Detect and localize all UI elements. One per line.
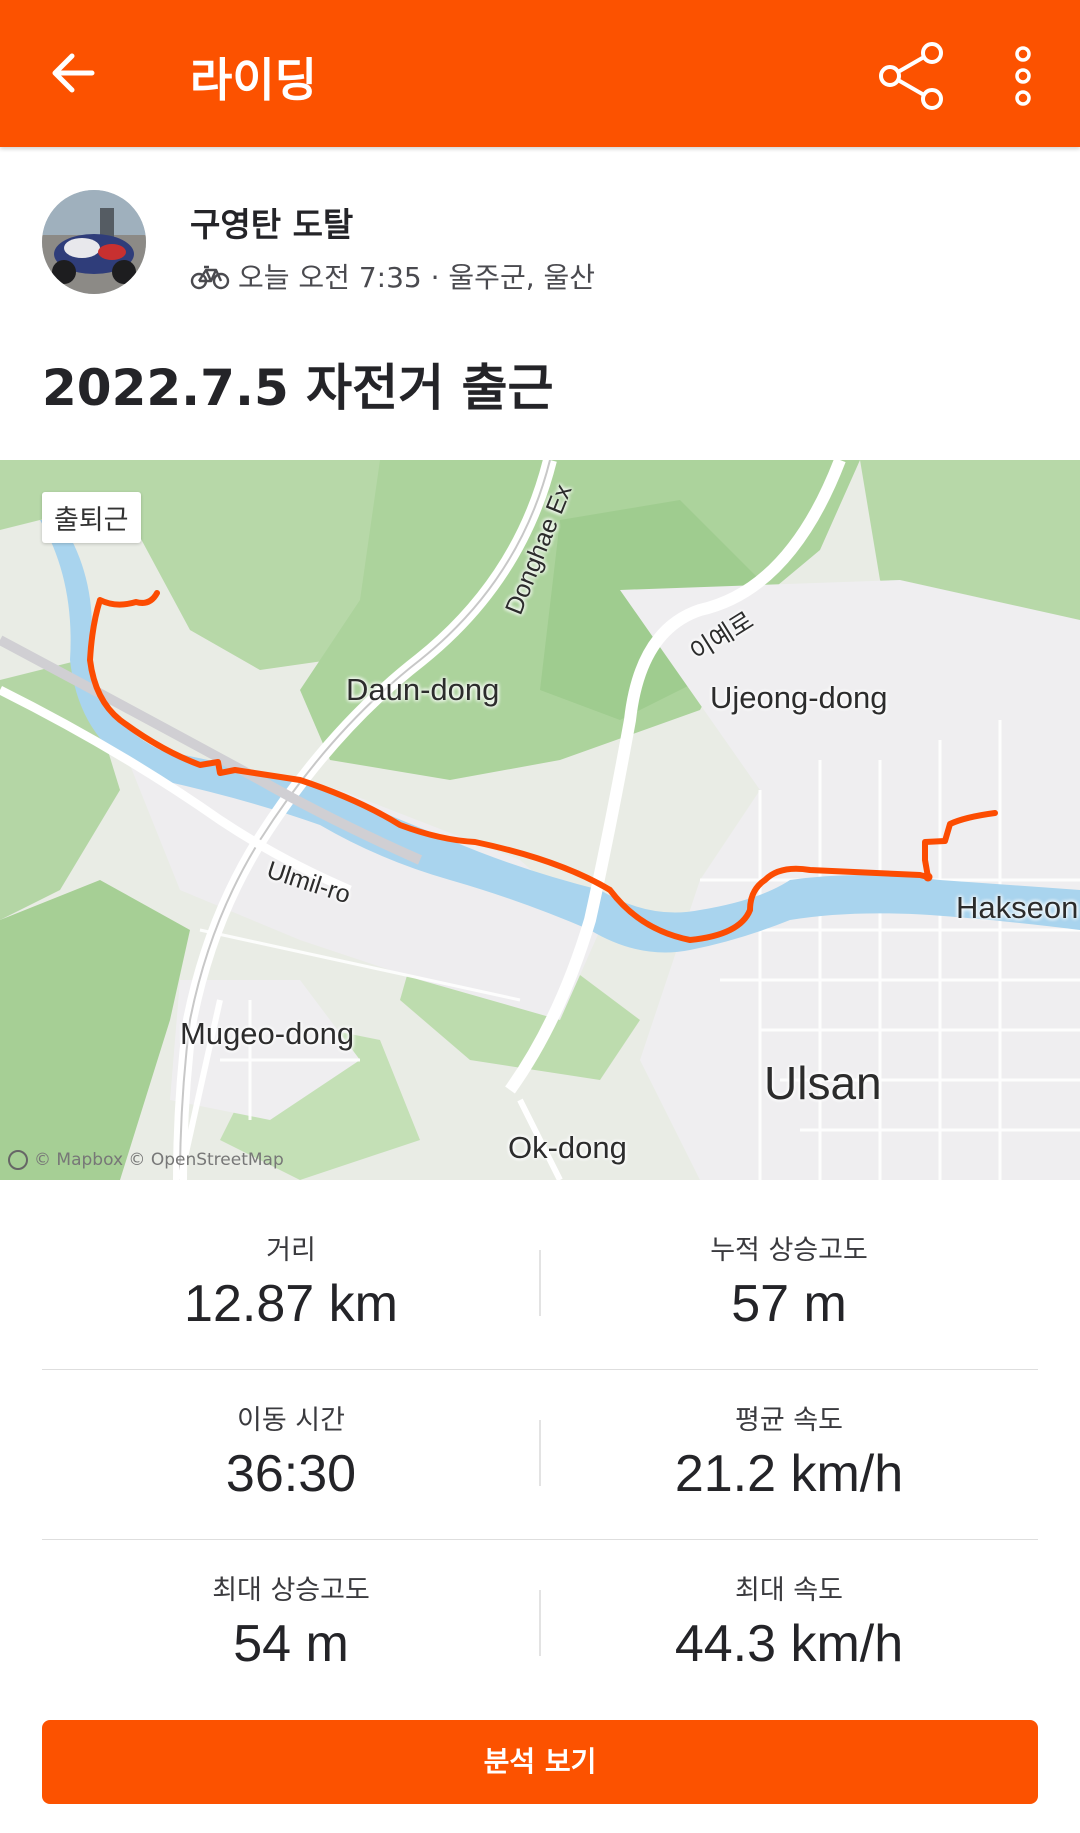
back-button[interactable] <box>40 38 110 108</box>
stat-value: 36:30 <box>225 1445 357 1503</box>
stat-label: 평균 속도 <box>735 1405 843 1436</box>
activity-title: 2022.7.5 자전거 출근 <box>42 359 554 417</box>
map-label-mugeo: Mugeo-dong <box>180 1016 355 1051</box>
stat-label: 최대 상승고도 <box>212 1575 370 1606</box>
more-vertical-icon <box>1015 46 1031 106</box>
stat-value: 21.2 km/h <box>674 1445 904 1503</box>
stats-row: 거리 12.87 km 누적 상승고도 57 m <box>42 1200 1038 1370</box>
page-title: 라이딩 <box>190 53 317 107</box>
activity-meta-text: 오늘 오전 7:35 · 울주군, 울산 <box>238 261 596 294</box>
stat-label: 최대 속도 <box>735 1575 843 1606</box>
map-label-ok: Ok-dong <box>508 1130 627 1165</box>
map-attribution[interactable]: © Mapbox © OpenStreetMap <box>8 1150 284 1170</box>
athlete-header: 구영탄 도탈 오늘 오전 7:35 · 울주군, 울산 <box>42 190 1042 300</box>
stat-label: 거리 <box>266 1235 316 1266</box>
stat-label: 이동 시간 <box>237 1405 345 1436</box>
stat-distance: 거리 12.87 km <box>42 1200 540 1370</box>
stat-avg-speed: 평균 속도 21.2 km/h <box>540 1370 1038 1540</box>
share-button[interactable] <box>872 36 952 116</box>
stats-row: 이동 시간 36:30 평균 속도 21.2 km/h <box>42 1370 1038 1540</box>
route-map[interactable]: 출퇴근 Daun-dong Ujeong-dong Mugeo-dong Uls… <box>0 460 1080 1180</box>
mapbox-logo-icon <box>8 1150 28 1170</box>
map-label-daun: Daun-dong <box>346 672 500 707</box>
more-options-button[interactable] <box>1000 36 1050 116</box>
avatar[interactable] <box>42 190 146 294</box>
stats-grid: 거리 12.87 km 누적 상승고도 57 m 이동 시간 36:30 평균 … <box>42 1200 1038 1710</box>
stat-max-elevation: 최대 상승고도 54 m <box>42 1540 540 1710</box>
stat-value: 57 m <box>731 1275 847 1333</box>
map-label-ulsan: Ulsan <box>764 1057 882 1109</box>
stat-value: 54 m <box>233 1615 349 1673</box>
stat-elevation-gain: 누적 상승고도 57 m <box>540 1200 1038 1370</box>
share-icon <box>879 42 943 110</box>
bicycle-icon <box>190 265 230 290</box>
stat-moving-time: 이동 시간 36:30 <box>42 1370 540 1540</box>
stat-label: 누적 상승고도 <box>710 1235 868 1266</box>
attribution-text: © Mapbox © OpenStreetMap <box>34 1150 284 1170</box>
stat-value: 44.3 km/h <box>674 1615 904 1673</box>
arrow-left-icon <box>52 53 95 93</box>
map-label-hakseong: Hakseon <box>956 890 1079 925</box>
stat-value: 12.87 km <box>184 1275 398 1333</box>
athlete-name[interactable]: 구영탄 도탈 <box>190 198 353 246</box>
stat-max-speed: 최대 속도 44.3 km/h <box>540 1540 1038 1710</box>
commute-tag: 출퇴근 <box>42 492 141 543</box>
app-bar: 라이딩 <box>0 0 1080 147</box>
stats-row: 최대 상승고도 54 m 최대 속도 44.3 km/h <box>42 1540 1038 1710</box>
map-label-ujeong: Ujeong-dong <box>710 680 888 715</box>
activity-meta: 오늘 오전 7:35 · 울주군, 울산 <box>190 256 595 296</box>
view-analysis-button[interactable]: 분석 보기 <box>42 1720 1038 1804</box>
